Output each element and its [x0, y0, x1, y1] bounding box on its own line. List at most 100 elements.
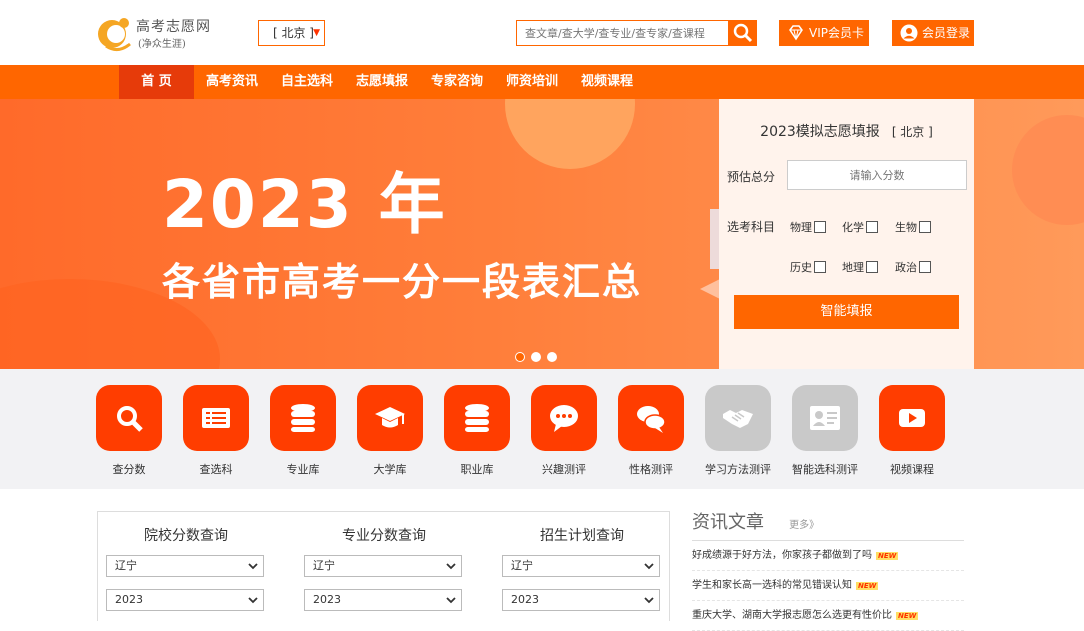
feature-subjects[interactable]: 查选科 — [171, 385, 261, 477]
feature-tile — [618, 385, 684, 451]
logo-mark-icon — [98, 18, 131, 51]
feature-label: 查选科 — [199, 463, 233, 476]
news-title: 资讯文章 — [692, 512, 764, 533]
subject-name: 地理 — [842, 261, 864, 274]
new-badge: NEW — [896, 612, 919, 620]
query-column-major: 专业分数查询 辽宁 2023 — [304, 512, 464, 611]
chevron-down-icon — [446, 563, 456, 570]
nav-item-training[interactable]: 师资培训 — [500, 65, 564, 99]
checkbox[interactable] — [866, 261, 878, 273]
nav-item-expert[interactable]: 专家咨询 — [425, 65, 489, 99]
feature-label: 视频课程 — [890, 463, 934, 476]
checkbox[interactable] — [814, 261, 826, 273]
smart-apply-button[interactable]: 智能填报 — [734, 295, 959, 329]
nav-item-subject-selection[interactable]: 自主选科 — [275, 65, 339, 99]
subject-name: 物理 — [790, 221, 812, 234]
login-label: 会员登录 — [922, 26, 971, 40]
select-value: 2023 — [511, 593, 539, 606]
chat-bubble-icon — [550, 405, 578, 432]
score-input[interactable] — [787, 160, 967, 190]
news-item-title: 好成绩源于好方法，你家孩子都做到了吗 — [692, 550, 872, 561]
feature-label: 性格测评 — [629, 463, 673, 476]
feature-label: 查分数 — [112, 463, 146, 476]
subject-label: 选考科目 — [727, 220, 776, 234]
feature-study-method-test[interactable]: 学习方法测评 — [693, 385, 783, 477]
search-input[interactable] — [516, 20, 729, 46]
select-value: 辽宁 — [115, 559, 137, 572]
caret-down-icon: ▼ — [313, 28, 320, 38]
province-select[interactable]: 辽宁 — [304, 555, 462, 577]
feature-tile — [444, 385, 510, 451]
search-icon — [733, 23, 753, 43]
site-logo[interactable]: 高考志愿网 (净众生涯) — [96, 12, 216, 54]
year-select[interactable]: 2023 — [502, 589, 660, 611]
feature-majors[interactable]: 专业库 — [258, 385, 348, 477]
site-header: 高考志愿网 (净众生涯) [ 北京 ] ▼ VIP会员卡 会员登录 — [0, 0, 1084, 65]
feature-video-courses[interactable]: 视频课程 — [867, 385, 957, 477]
subject-checkbox-biology[interactable]: 生物 — [895, 219, 931, 235]
checkbox[interactable] — [919, 261, 931, 273]
query-title: 专业分数查询 — [342, 528, 426, 544]
query-column-enrollment: 招生计划查询 辽宁 2023 — [502, 512, 662, 611]
feature-label: 学习方法测评 — [705, 463, 771, 476]
panel-title: 2023模拟志愿填报 [ 北京 ] — [719, 121, 974, 141]
province-select[interactable]: 辽宁 — [106, 555, 264, 577]
subject-checkbox-history[interactable]: 历史 — [790, 259, 826, 275]
chevron-down-icon — [644, 597, 654, 604]
subject-name: 历史 — [790, 261, 812, 274]
checkbox[interactable] — [814, 221, 826, 233]
carousel-dots — [515, 347, 563, 366]
feature-smart-subject-test[interactable]: 智能选科测评 — [780, 385, 870, 477]
query-column-university: 院校分数查询 辽宁 2023 — [106, 512, 266, 611]
news-section: 资讯文章 更多》 好成绩源于好方法，你家孩子都做到了吗 NEW 学生和家长高一选科… — [692, 508, 972, 631]
feature-personality-test[interactable]: 性格测评 — [606, 385, 696, 477]
city-selector[interactable]: [ 北京 ] ▼ — [258, 20, 325, 46]
score-query-box: 院校分数查询 辽宁 2023 专业分数查询 辽宁 2023 招生计划查询 辽宁 … — [97, 511, 670, 621]
news-item[interactable]: 好成绩源于好方法，你家孩子都做到了吗 NEW — [692, 541, 964, 571]
diamond-icon — [789, 25, 803, 41]
subject-name: 化学 — [842, 221, 864, 234]
chevron-down-icon — [248, 563, 258, 570]
database-icon — [465, 404, 489, 432]
feature-interest-test[interactable]: 兴趣测评 — [519, 385, 609, 477]
subject-checkbox-physics[interactable]: 物理 — [790, 219, 826, 235]
site-search — [516, 20, 757, 46]
chevron-down-icon — [248, 597, 258, 604]
news-item[interactable]: 重庆大学、湖南大学报志愿怎么选更有性价比 NEW — [692, 601, 964, 631]
year-select[interactable]: 2023 — [304, 589, 462, 611]
chevron-down-icon — [644, 563, 654, 570]
province-select[interactable]: 辽宁 — [502, 555, 660, 577]
handshake-icon — [723, 410, 753, 428]
panel-city[interactable]: [ 北京 ] — [892, 125, 933, 139]
feature-tile — [792, 385, 858, 451]
nav-item-video[interactable]: 视频课程 — [575, 65, 639, 99]
year-select[interactable]: 2023 — [106, 589, 264, 611]
news-more-link[interactable]: 更多》 — [789, 520, 819, 531]
checkbox[interactable] — [919, 221, 931, 233]
nav-item-news[interactable]: 高考资讯 — [200, 65, 264, 99]
subject-checkbox-geography[interactable]: 地理 — [842, 259, 878, 275]
search-button[interactable] — [729, 20, 757, 46]
score-label: 预估总分 — [727, 170, 776, 184]
logo-subtitle: (净众生涯) — [138, 39, 186, 50]
subject-checkbox-politics[interactable]: 政治 — [895, 259, 931, 275]
carousel-dot[interactable] — [531, 352, 541, 362]
nav-item-application[interactable]: 志愿填报 — [350, 65, 414, 99]
feature-score[interactable]: 查分数 — [84, 385, 174, 477]
feature-tile — [531, 385, 597, 451]
vip-card-button[interactable]: VIP会员卡 — [779, 20, 869, 46]
carousel-dot[interactable] — [547, 352, 557, 362]
feature-tile — [705, 385, 771, 451]
nav-item-home[interactable]: 首 页 — [119, 65, 194, 99]
subject-name: 政治 — [895, 261, 917, 274]
feature-tile — [183, 385, 249, 451]
login-button[interactable]: 会员登录 — [892, 20, 974, 46]
subject-checkbox-chemistry[interactable]: 化学 — [842, 219, 878, 235]
feature-universities[interactable]: 大学库 — [345, 385, 435, 477]
news-item[interactable]: 学生和家长高一选科的常见错误认知 NEW — [692, 571, 964, 601]
carousel-dot[interactable] — [515, 352, 525, 362]
feature-careers[interactable]: 职业库 — [432, 385, 522, 477]
select-value: 辽宁 — [511, 559, 533, 572]
checkbox[interactable] — [866, 221, 878, 233]
select-value: 辽宁 — [313, 559, 335, 572]
